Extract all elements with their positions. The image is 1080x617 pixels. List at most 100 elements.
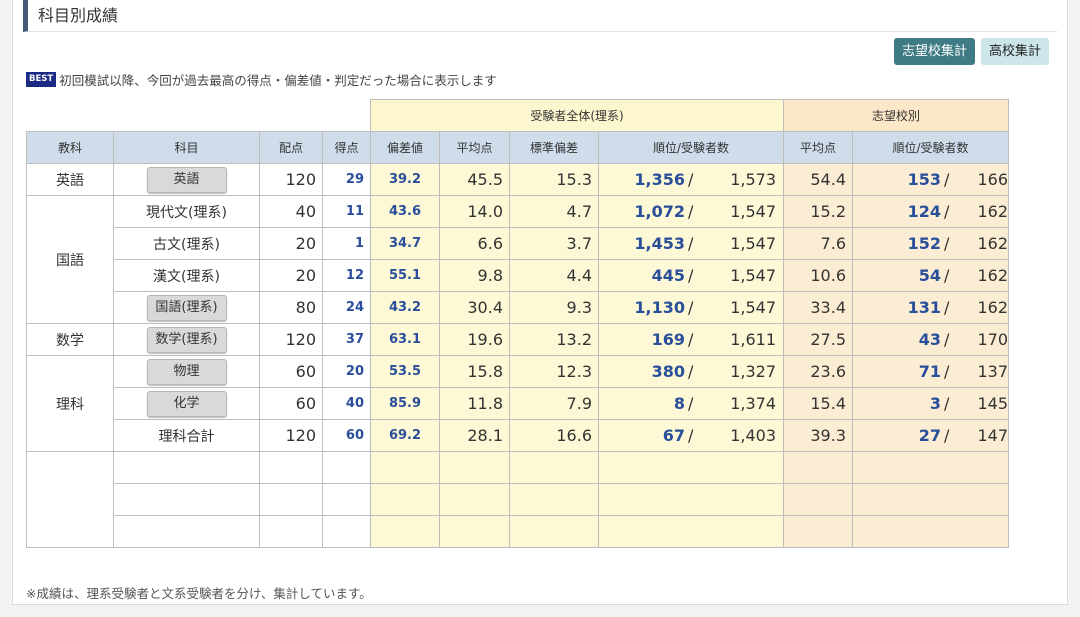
score-cell: 37 <box>322 323 371 356</box>
kyoka-cell: 数学 <box>26 323 114 356</box>
table-row: 化学 60 40 85.9 11.8 7.9 8/1,374 15.4 3/14… <box>27 387 1009 420</box>
deviation-cell: 55.1 <box>370 259 440 292</box>
best-badge-icon: BEST <box>26 72 57 87</box>
rank-separator: / <box>688 266 694 285</box>
rank-value: 71 <box>918 362 941 381</box>
max-score-cell: 80 <box>259 291 323 324</box>
school-aggregate-button[interactable]: 志望校集計 <box>893 38 975 65</box>
total-examinees: 162 <box>977 202 1008 221</box>
average-cell: 9.8 <box>439 259 510 292</box>
rank-cell: 1,453/ 1,547 <box>598 227 784 260</box>
total-examinees: 1,403 <box>730 426 776 445</box>
subject-button[interactable]: 数学(理系) <box>146 326 227 353</box>
rank-cell: 67/ 1,403 <box>598 419 784 452</box>
subject-label: 理科合計 <box>158 428 215 445</box>
total-examinees: 1,547 <box>730 298 776 317</box>
rank-value: 3 <box>929 394 941 413</box>
empty-cell <box>113 451 260 484</box>
max-score-cell: 60 <box>259 387 323 420</box>
deviation-cell: 34.7 <box>370 227 440 260</box>
col-juni: 順位/受験者数 <box>598 131 784 164</box>
average-cell: 6.6 <box>439 227 510 260</box>
rank-cell: 8/ 1,374 <box>598 387 784 420</box>
school-average-cell: 23.6 <box>783 355 853 388</box>
max-score-cell: 120 <box>259 323 323 356</box>
best-note-text: 初回模試以降、今回が過去最高の得点・偏差値・判定だった場合に表示します <box>59 73 497 88</box>
rank-value: 54 <box>918 266 941 285</box>
total-examinees: 162 <box>977 266 1008 285</box>
rank-separator: / <box>944 362 950 381</box>
group-header-school: 志望校別 <box>783 99 1009 132</box>
subject-button[interactable]: 化学 <box>146 390 227 417</box>
school-rank-cell: 153/ 166 <box>852 163 1009 196</box>
std-dev-cell: 16.6 <box>509 419 599 452</box>
school-rank-cell: 131/ 162 <box>852 291 1009 324</box>
std-dev-cell: 4.7 <box>509 195 599 228</box>
high-school-aggregate-button[interactable]: 高校集計 <box>980 38 1049 65</box>
subject-button[interactable]: 国語(理系) <box>146 294 227 321</box>
empty-cell <box>783 483 853 516</box>
std-dev-cell: 9.3 <box>509 291 599 324</box>
total-examinees: 162 <box>977 234 1008 253</box>
average-cell: 14.0 <box>439 195 510 228</box>
section-title: 科目別成績 <box>23 0 1057 32</box>
school-average-cell: 33.4 <box>783 291 853 324</box>
school-rank-cell: 27/ 147 <box>852 419 1009 452</box>
rank-cell: 1,130/ 1,547 <box>598 291 784 324</box>
best-note: BEST 初回模試以降、今回が過去最高の得点・偏差値・判定だった場合に表示します <box>26 70 497 89</box>
rank-separator: / <box>944 298 950 317</box>
table-row: 理科合計 120 60 69.2 28.1 16.6 67/1,403 39.3… <box>27 419 1009 452</box>
kyoka-cell: 国語 <box>26 195 114 324</box>
score-cell: 24 <box>322 291 371 324</box>
col-hensachi: 偏差値 <box>370 131 440 164</box>
total-examinees: 170 <box>977 330 1008 349</box>
total-examinees: 147 <box>977 426 1008 445</box>
subject-button[interactable]: 物理 <box>146 358 227 385</box>
rank-separator: / <box>688 426 694 445</box>
empty-cell <box>370 515 440 548</box>
max-score-cell: 20 <box>259 227 323 260</box>
rank-separator: / <box>944 234 950 253</box>
total-examinees: 1,327 <box>730 362 776 381</box>
total-examinees: 1,374 <box>730 394 776 413</box>
total-examinees: 1,573 <box>730 170 776 189</box>
kyoka-cell: 理科 <box>26 355 114 452</box>
score-cell: 60 <box>322 419 371 452</box>
grades-table: 受験者全体(理系) 志望校別 教科 科目 配点 得点 偏差値 平均点 標準偏差 … <box>26 99 1009 548</box>
total-examinees: 145 <box>977 394 1008 413</box>
school-average-cell: 15.2 <box>783 195 853 228</box>
school-average-cell: 7.6 <box>783 227 853 260</box>
empty-cell <box>852 515 1009 548</box>
table-row: 国語(理系) 80 24 43.2 30.4 9.3 1,130/1,547 3… <box>27 291 1009 324</box>
empty-cell <box>509 483 599 516</box>
max-score-cell: 60 <box>259 355 323 388</box>
rank-value: 43 <box>918 330 941 349</box>
col-kyoka: 教科 <box>26 131 114 164</box>
empty-cell <box>783 451 853 484</box>
empty-cell <box>783 515 853 548</box>
score-cell: 12 <box>322 259 371 292</box>
subject-button[interactable]: 英語 <box>146 166 227 193</box>
rank-separator: / <box>944 394 950 413</box>
score-cell: 1 <box>322 227 371 260</box>
subject-cell: 英語 <box>113 163 260 196</box>
empty-cell <box>113 483 260 516</box>
rank-value: 1,130 <box>634 298 685 317</box>
rank-value: 445 <box>651 266 685 285</box>
rank-cell: 380/ 1,327 <box>598 355 784 388</box>
total-examinees: 1,547 <box>730 202 776 221</box>
table-row: 英語 英語 120 29 39.2 45.5 15.3 1,356/1,573 … <box>26 163 1009 196</box>
school-average-cell: 15.4 <box>783 387 853 420</box>
rank-value: 1,072 <box>634 202 685 221</box>
max-score-cell: 40 <box>259 195 323 228</box>
school-rank-cell: 152/ 162 <box>852 227 1009 260</box>
school-rank-cell: 124/ 162 <box>852 195 1009 228</box>
empty-cell <box>598 451 784 484</box>
empty-cell <box>852 451 1009 484</box>
rank-value: 380 <box>651 362 685 381</box>
school-rank-cell: 54/ 162 <box>852 259 1009 292</box>
subject-label: 古文(理系) <box>153 236 220 253</box>
col-school-heikin: 平均点 <box>783 131 853 164</box>
school-average-cell: 10.6 <box>783 259 853 292</box>
group-header-all: 受験者全体(理系) <box>370 99 784 132</box>
